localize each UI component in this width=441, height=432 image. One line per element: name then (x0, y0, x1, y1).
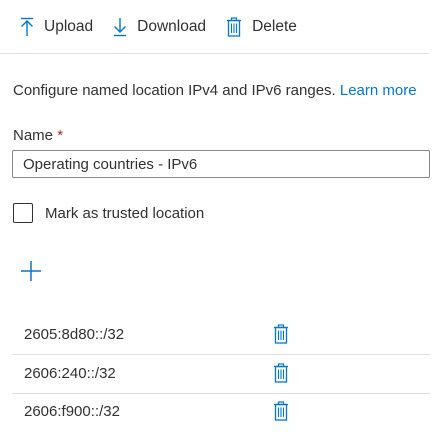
checkbox-box[interactable] (13, 203, 33, 223)
delete-button[interactable]: Delete (226, 16, 297, 37)
ip-range-row: 2605:8d80::/32 (12, 317, 430, 355)
ip-range-value: 2605:8d80::/32 (24, 326, 125, 343)
trusted-location-label: Mark as trusted location (45, 204, 205, 222)
download-button[interactable]: Download (113, 17, 206, 37)
add-range-button[interactable] (20, 260, 42, 282)
delete-label: Delete (252, 17, 297, 35)
ip-range-value: 2606:240::/32 (24, 365, 116, 382)
trash-icon[interactable] (273, 363, 289, 383)
command-bar: Upload Download Delete (0, 0, 429, 54)
description: Configure named location IPv4 and IPv6 r… (13, 82, 417, 99)
upload-icon (21, 17, 33, 36)
plus-icon (21, 261, 41, 281)
upload-label: Upload (44, 17, 94, 35)
name-label-text: Name (13, 127, 54, 144)
trash-icon[interactable] (273, 324, 289, 344)
upload-button[interactable]: Upload (20, 17, 93, 37)
ip-range-row: 2606:240::/32 (12, 356, 430, 394)
name-input[interactable] (12, 150, 430, 178)
description-text: Configure named location IPv4 and IPv6 r… (13, 82, 336, 99)
trusted-location-checkbox[interactable]: Mark as trusted location (13, 203, 204, 223)
trash-icon[interactable] (273, 401, 289, 421)
ip-range-row: 2606:f900::/32 (12, 394, 430, 432)
required-mark: * (57, 127, 64, 144)
download-label: Download (137, 17, 207, 35)
trash-icon (227, 16, 242, 37)
ip-range-value: 2606:f900::/32 (24, 403, 120, 420)
learn-more-link[interactable]: Learn more (340, 82, 417, 99)
download-icon (114, 17, 127, 36)
name-label: Name * (13, 127, 63, 144)
